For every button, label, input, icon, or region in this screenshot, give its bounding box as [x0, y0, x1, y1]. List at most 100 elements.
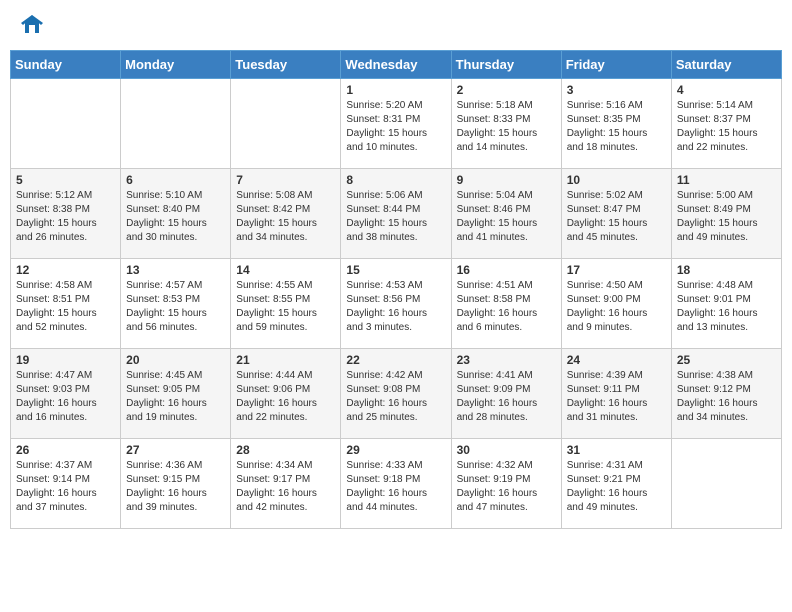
- col-header-wednesday: Wednesday: [341, 51, 451, 79]
- day-info: Sunrise: 4:57 AM Sunset: 8:53 PM Dayligh…: [126, 279, 225, 335]
- col-header-sunday: Sunday: [11, 51, 121, 79]
- calendar-day-7: 7 Sunrise: 5:08 AM Sunset: 8:42 PM Daylig…: [231, 169, 341, 259]
- calendar-header-row: SundayMondayTuesdayWednesdayThursdayFrid…: [11, 51, 782, 79]
- calendar-week-1: 1 Sunrise: 5:20 AM Sunset: 8:31 PM Daylig…: [11, 79, 782, 169]
- day-number: 14: [236, 263, 335, 277]
- empty-cell: [671, 439, 781, 529]
- day-number: 19: [16, 353, 115, 367]
- col-header-saturday: Saturday: [671, 51, 781, 79]
- calendar-day-23: 23 Sunrise: 4:41 AM Sunset: 9:09 PM Dayli…: [451, 349, 561, 439]
- calendar-day-28: 28 Sunrise: 4:34 AM Sunset: 9:17 PM Dayli…: [231, 439, 341, 529]
- calendar-day-15: 15Sunrise: 4:53 AM Sunset: 8:56 PM Dayli…: [341, 259, 451, 349]
- calendar-week-3: 12Sunrise: 4:58 AM Sunset: 8:51 PM Dayli…: [11, 259, 782, 349]
- day-info: Sunrise: 4:41 AM Sunset: 9:09 PM Dayligh…: [457, 369, 556, 425]
- calendar-day-10: 10 Sunrise: 5:02 AM Sunset: 8:47 PM Dayli…: [561, 169, 671, 259]
- day-info: Sunrise: 4:45 AM Sunset: 9:05 PM Dayligh…: [126, 369, 225, 425]
- day-number: 5: [16, 173, 115, 187]
- day-number: 29: [346, 443, 445, 457]
- empty-cell: [231, 79, 341, 169]
- day-info: Sunrise: 5:10 AM Sunset: 8:40 PM Dayligh…: [126, 189, 225, 245]
- day-number: 1: [346, 83, 445, 97]
- calendar-day-8: 8 Sunrise: 5:06 AM Sunset: 8:44 PM Daylig…: [341, 169, 451, 259]
- calendar-week-4: 19Sunrise: 4:47 AM Sunset: 9:03 PM Dayli…: [11, 349, 782, 439]
- calendar-day-12: 12Sunrise: 4:58 AM Sunset: 8:51 PM Dayli…: [11, 259, 121, 349]
- day-info: Sunrise: 4:44 AM Sunset: 9:06 PM Dayligh…: [236, 369, 335, 425]
- day-number: 28: [236, 443, 335, 457]
- calendar-day-1: 1 Sunrise: 5:20 AM Sunset: 8:31 PM Daylig…: [341, 79, 451, 169]
- calendar-week-2: 5 Sunrise: 5:12 AM Sunset: 8:38 PM Daylig…: [11, 169, 782, 259]
- calendar-day-11: 11Sunrise: 5:00 AM Sunset: 8:49 PM Dayli…: [671, 169, 781, 259]
- day-info: Sunrise: 4:33 AM Sunset: 9:18 PM Dayligh…: [346, 459, 445, 515]
- day-info: Sunrise: 5:06 AM Sunset: 8:44 PM Dayligh…: [346, 189, 445, 245]
- day-number: 6: [126, 173, 225, 187]
- day-number: 21: [236, 353, 335, 367]
- day-number: 11: [677, 173, 776, 187]
- calendar-table: SundayMondayTuesdayWednesdayThursdayFrid…: [10, 50, 782, 529]
- day-info: Sunrise: 4:42 AM Sunset: 9:08 PM Dayligh…: [346, 369, 445, 425]
- calendar-day-9: 9 Sunrise: 5:04 AM Sunset: 8:46 PM Daylig…: [451, 169, 561, 259]
- calendar-day-3: 3 Sunrise: 5:16 AM Sunset: 8:35 PM Daylig…: [561, 79, 671, 169]
- day-info: Sunrise: 5:14 AM Sunset: 8:37 PM Dayligh…: [677, 99, 776, 155]
- calendar-day-26: 26Sunrise: 4:37 AM Sunset: 9:14 PM Dayli…: [11, 439, 121, 529]
- day-info: Sunrise: 4:53 AM Sunset: 8:56 PM Dayligh…: [346, 279, 445, 335]
- calendar-day-19: 19Sunrise: 4:47 AM Sunset: 9:03 PM Dayli…: [11, 349, 121, 439]
- day-info: Sunrise: 4:39 AM Sunset: 9:11 PM Dayligh…: [567, 369, 666, 425]
- day-info: Sunrise: 4:34 AM Sunset: 9:17 PM Dayligh…: [236, 459, 335, 515]
- day-info: Sunrise: 4:51 AM Sunset: 8:58 PM Dayligh…: [457, 279, 556, 335]
- calendar-day-25: 25 Sunrise: 4:38 AM Sunset: 9:12 PM Dayli…: [671, 349, 781, 439]
- day-number: 9: [457, 173, 556, 187]
- calendar-day-17: 17Sunrise: 4:50 AM Sunset: 9:00 PM Dayli…: [561, 259, 671, 349]
- calendar-day-18: 18 Sunrise: 4:48 AM Sunset: 9:01 PM Dayli…: [671, 259, 781, 349]
- empty-cell: [11, 79, 121, 169]
- day-number: 16: [457, 263, 556, 277]
- day-info: Sunrise: 4:48 AM Sunset: 9:01 PM Dayligh…: [677, 279, 776, 335]
- calendar-day-24: 24 Sunrise: 4:39 AM Sunset: 9:11 PM Dayli…: [561, 349, 671, 439]
- day-number: 27: [126, 443, 225, 457]
- day-info: Sunrise: 5:18 AM Sunset: 8:33 PM Dayligh…: [457, 99, 556, 155]
- day-number: 2: [457, 83, 556, 97]
- day-number: 12: [16, 263, 115, 277]
- calendar-day-5: 5 Sunrise: 5:12 AM Sunset: 8:38 PM Daylig…: [11, 169, 121, 259]
- day-number: 22: [346, 353, 445, 367]
- calendar-day-6: 6 Sunrise: 5:10 AM Sunset: 8:40 PM Daylig…: [121, 169, 231, 259]
- day-number: 10: [567, 173, 666, 187]
- col-header-monday: Monday: [121, 51, 231, 79]
- calendar-day-31: 31 Sunrise: 4:31 AM Sunset: 9:21 PM Dayli…: [561, 439, 671, 529]
- day-info: Sunrise: 5:16 AM Sunset: 8:35 PM Dayligh…: [567, 99, 666, 155]
- day-info: Sunrise: 5:12 AM Sunset: 8:38 PM Dayligh…: [16, 189, 115, 245]
- day-info: Sunrise: 4:55 AM Sunset: 8:55 PM Dayligh…: [236, 279, 335, 335]
- day-info: Sunrise: 4:36 AM Sunset: 9:15 PM Dayligh…: [126, 459, 225, 515]
- calendar-day-2: 2 Sunrise: 5:18 AM Sunset: 8:33 PM Daylig…: [451, 79, 561, 169]
- calendar-day-4: 4 Sunrise: 5:14 AM Sunset: 8:37 PM Daylig…: [671, 79, 781, 169]
- calendar-week-5: 26Sunrise: 4:37 AM Sunset: 9:14 PM Dayli…: [11, 439, 782, 529]
- day-number: 3: [567, 83, 666, 97]
- day-info: Sunrise: 5:20 AM Sunset: 8:31 PM Dayligh…: [346, 99, 445, 155]
- calendar-day-16: 16 Sunrise: 4:51 AM Sunset: 8:58 PM Dayli…: [451, 259, 561, 349]
- day-number: 18: [677, 263, 776, 277]
- calendar-day-22: 22 Sunrise: 4:42 AM Sunset: 9:08 PM Dayli…: [341, 349, 451, 439]
- logo: [20, 15, 44, 35]
- day-info: Sunrise: 4:31 AM Sunset: 9:21 PM Dayligh…: [567, 459, 666, 515]
- day-info: Sunrise: 4:37 AM Sunset: 9:14 PM Dayligh…: [16, 459, 115, 515]
- day-info: Sunrise: 4:38 AM Sunset: 9:12 PM Dayligh…: [677, 369, 776, 425]
- day-number: 23: [457, 353, 556, 367]
- day-number: 31: [567, 443, 666, 457]
- calendar-day-29: 29 Sunrise: 4:33 AM Sunset: 9:18 PM Dayli…: [341, 439, 451, 529]
- empty-cell: [121, 79, 231, 169]
- calendar-day-21: 21 Sunrise: 4:44 AM Sunset: 9:06 PM Dayli…: [231, 349, 341, 439]
- calendar-day-13: 13 Sunrise: 4:57 AM Sunset: 8:53 PM Dayli…: [121, 259, 231, 349]
- col-header-thursday: Thursday: [451, 51, 561, 79]
- day-number: 17: [567, 263, 666, 277]
- day-number: 7: [236, 173, 335, 187]
- day-number: 8: [346, 173, 445, 187]
- day-number: 25: [677, 353, 776, 367]
- day-info: Sunrise: 5:02 AM Sunset: 8:47 PM Dayligh…: [567, 189, 666, 245]
- day-info: Sunrise: 5:04 AM Sunset: 8:46 PM Dayligh…: [457, 189, 556, 245]
- day-number: 24: [567, 353, 666, 367]
- calendar-day-30: 30Sunrise: 4:32 AM Sunset: 9:19 PM Dayli…: [451, 439, 561, 529]
- day-number: 13: [126, 263, 225, 277]
- day-number: 20: [126, 353, 225, 367]
- day-info: Sunrise: 5:08 AM Sunset: 8:42 PM Dayligh…: [236, 189, 335, 245]
- page-header: [10, 10, 782, 40]
- day-number: 4: [677, 83, 776, 97]
